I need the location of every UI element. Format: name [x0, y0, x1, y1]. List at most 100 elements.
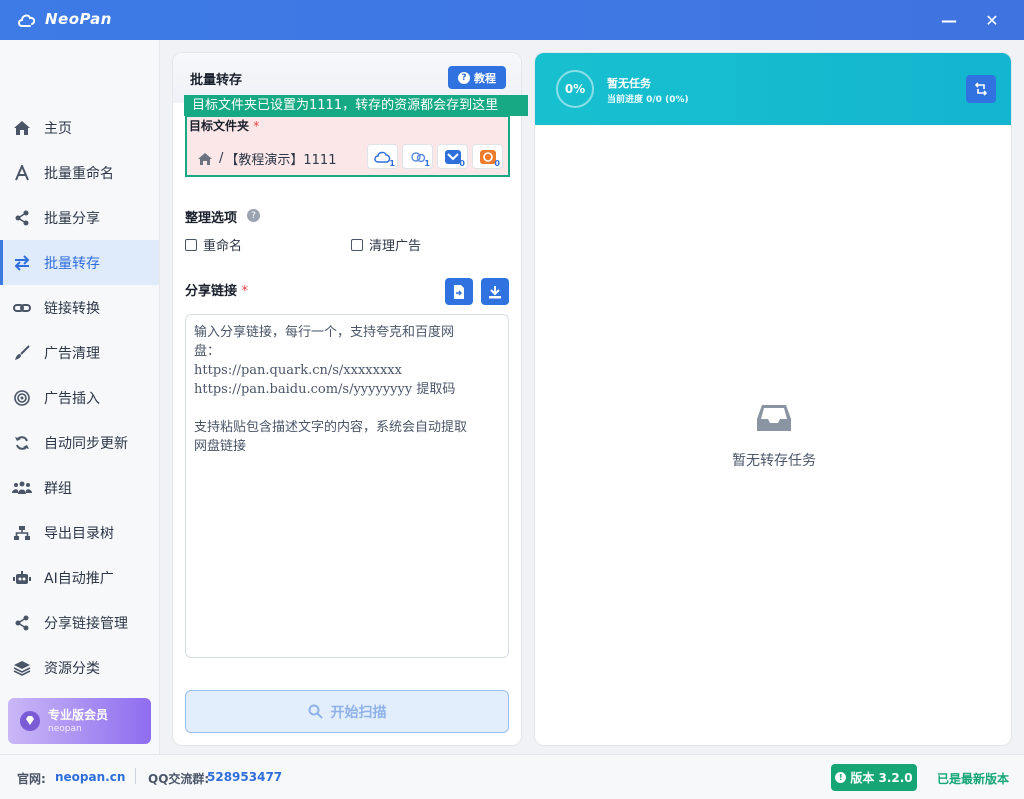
inbox-icon — [757, 405, 791, 431]
sidebar-item-label: 批量转存 — [44, 255, 100, 272]
share-links-label: 分享链接 * — [185, 284, 249, 299]
tutorial-button[interactable]: ? 教程 — [448, 66, 506, 89]
home-icon — [12, 118, 32, 138]
update-status: 已是最新版本 — [937, 772, 1010, 786]
sidebar-item-label: 广告清理 — [44, 345, 100, 362]
cloud-logo-icon — [18, 14, 36, 27]
footer: 官网: neopan.cn QQ交流群: 528953477 ! 版本 3.2.… — [0, 754, 1024, 799]
sidebar-item-share-manage[interactable]: 分享链接管理 — [0, 600, 159, 645]
sidebar-item-label: AI自动推广 — [44, 570, 114, 587]
rename-label: 重命名 — [203, 239, 243, 254]
task-action-button[interactable] — [966, 75, 996, 103]
task-status: 暂无任务 — [607, 77, 651, 90]
users-icon — [12, 478, 32, 498]
sidebar-item-batch-transfer[interactable]: 批量转存 — [0, 240, 159, 285]
download-button[interactable] — [481, 278, 509, 305]
qq-link[interactable]: 528953477 — [207, 770, 282, 784]
vip-title: 专业版会员 — [48, 708, 109, 722]
progress-circle: 0% — [556, 70, 594, 108]
sidebar-item-ad-insert[interactable]: 广告插入 — [0, 375, 159, 420]
search-icon — [308, 704, 323, 719]
sidebar-item-label: 广告插入 — [44, 390, 100, 407]
sidebar-item-groups[interactable]: 群组 — [0, 465, 159, 510]
path-folder-name: 【教程演示】1111 — [225, 153, 337, 168]
uc-count: 0 — [494, 159, 500, 168]
sidebar-item-label: 自动同步更新 — [44, 435, 128, 452]
quark-cloud-button[interactable]: 1 — [367, 144, 398, 169]
file-import-icon — [454, 284, 464, 299]
options-title: 整理选项 — [185, 211, 238, 226]
sidebar-item-auto-sync[interactable]: 自动同步更新 — [0, 420, 159, 465]
title-bar: NeoPan — ✕ — [0, 0, 1024, 40]
path-separator: / — [219, 151, 224, 166]
sidebar-item-home[interactable]: 主页 — [0, 105, 159, 150]
target-icon — [12, 388, 32, 408]
sidebar-item-label: 资源分类 — [44, 660, 100, 677]
share-icon — [12, 208, 32, 228]
share-links-input[interactable]: 输入分享链接，每行一个，支持夸克和百度网 盘： https://pan.quar… — [185, 314, 509, 658]
version-badge[interactable]: ! 版本 3.2.0 — [831, 764, 917, 791]
target-folder-path[interactable]: / 【教程演示】1111 — [197, 149, 336, 168]
xunlei-button[interactable]: 0 — [437, 144, 468, 169]
sidebar-item-label: 主页 — [44, 120, 72, 137]
question-icon: ? — [458, 71, 470, 84]
footer-divider — [135, 768, 136, 784]
site-link[interactable]: neopan.cn — [55, 770, 125, 784]
start-scan-label: 开始扫描 — [330, 704, 387, 721]
vip-card[interactable]: 专业版会员 neopan — [8, 698, 151, 744]
layers-icon — [12, 658, 32, 678]
download-icon — [489, 285, 501, 298]
rename-checkbox[interactable] — [185, 238, 197, 251]
sitemap-icon — [12, 523, 32, 543]
sidebar-item-resource-category[interactable]: 资源分类 — [0, 645, 159, 690]
target-folder-label: 目标文件夹 * — [189, 119, 260, 133]
sidebar-item-batch-rename[interactable]: 批量重命名 — [0, 150, 159, 195]
sidebar-item-label: 批量分享 — [44, 210, 100, 227]
task-header: 0% 暂无任务 当前进度 0/0 (0%) — [535, 53, 1011, 125]
sidebar-item-ad-clean[interactable]: 广告清理 — [0, 330, 159, 375]
diamond-icon — [20, 711, 40, 731]
qq-label: QQ交流群: — [148, 772, 210, 786]
sidebar-item-label: 群组 — [44, 480, 72, 497]
quark-count: 1 — [389, 159, 395, 168]
tutorial-label: 教程 — [474, 71, 496, 85]
sidebar-nav: 主页 批量重命名 批量分享 批量转存 链接转换 广告清理 广告插入 自动同步更新… — [0, 105, 159, 690]
transfer-icon — [12, 253, 32, 273]
sidebar-item-label: 分享链接管理 — [44, 615, 128, 632]
close-button[interactable]: ✕ — [978, 8, 1006, 32]
help-icon[interactable]: ? — [247, 209, 260, 222]
sidebar-item-label: 导出目录树 — [44, 525, 114, 542]
rename-option[interactable]: 重命名 — [185, 235, 242, 254]
sync-icon — [12, 433, 32, 453]
sidebar-item-label: 批量重命名 — [44, 165, 114, 182]
app-title: NeoPan — [45, 10, 112, 28]
import-file-button[interactable] — [445, 278, 473, 305]
sidebar: 主页 批量重命名 批量分享 批量转存 链接转换 广告清理 广告插入 自动同步更新… — [0, 40, 160, 754]
task-panel: 0% 暂无任务 当前进度 0/0 (0%) 暂无转存任务 — [534, 52, 1012, 746]
minimize-button[interactable]: — — [935, 8, 963, 32]
clean-ads-checkbox[interactable] — [351, 238, 363, 251]
site-label: 官网: — [17, 772, 46, 786]
home-icon — [198, 152, 212, 165]
robot-icon — [12, 568, 32, 588]
sidebar-item-batch-share[interactable]: 批量分享 — [0, 195, 159, 240]
version-label: 版本 3.2.0 — [850, 771, 913, 785]
link-icon — [12, 298, 32, 318]
share-icon — [12, 613, 32, 633]
sidebar-item-label: 链接转换 — [44, 300, 100, 317]
progress-text: 当前进度 0/0 (0%) — [607, 95, 689, 105]
baidu-cloud-button[interactable]: 1 — [402, 144, 433, 169]
uc-button[interactable]: 0 — [472, 144, 503, 169]
font-icon — [12, 163, 32, 183]
clean-ads-option[interactable]: 清理广告 — [351, 235, 421, 254]
sidebar-item-export-tree[interactable]: 导出目录树 — [0, 510, 159, 555]
target-folder-tooltip: 目标文件夹已设置为1111，转存的资源都会存到这里 — [184, 95, 528, 116]
cloud-drive-buttons: 1 1 0 0 — [367, 144, 503, 169]
start-scan-button[interactable]: 开始扫描 — [185, 690, 509, 733]
brush-icon — [12, 343, 32, 363]
vip-user: neopan — [48, 724, 82, 734]
target-folder-section: 目标文件夹 * / 【教程演示】1111 1 1 0 0 — [185, 115, 510, 177]
sidebar-item-link-convert[interactable]: 链接转换 — [0, 285, 159, 330]
sidebar-item-ai-promote[interactable]: AI自动推广 — [0, 555, 159, 600]
share-links-placeholder: 输入分享链接，每行一个，支持夸克和百度网 盘： https://pan.quar… — [194, 325, 468, 454]
